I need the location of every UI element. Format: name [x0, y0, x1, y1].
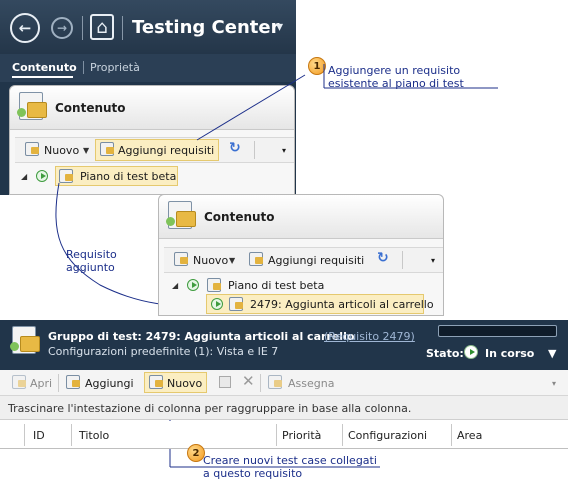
open-icon: [12, 375, 26, 389]
test-plan-icon: [17, 92, 47, 120]
add-requirements-icon: [100, 142, 114, 156]
open-button[interactable]: Apri: [30, 377, 52, 390]
refresh-icon[interactable]: ↻: [377, 250, 389, 266]
forward-icon[interactable]: →: [51, 17, 73, 39]
active-tab-underline: [12, 76, 73, 78]
assign-icon: [268, 375, 282, 389]
grid-toolbar-overflow-icon[interactable]: ▾: [552, 379, 556, 388]
progress-bar: [438, 325, 557, 337]
new-dropdown-icon[interactable]: ▼: [83, 146, 89, 155]
column-divider: [451, 424, 452, 446]
separator: [58, 374, 59, 392]
add-requirements-button[interactable]: Aggiungi requisiti: [118, 144, 214, 157]
expand-icon[interactable]: ◢: [21, 172, 27, 181]
run-state-icon: [36, 170, 48, 182]
separator: [260, 374, 261, 392]
status-play-icon: [464, 345, 478, 359]
test-plan-icon: [166, 201, 196, 229]
column-header-title[interactable]: Titolo: [79, 429, 109, 442]
add-requirements-button[interactable]: Aggiungi requisiti: [268, 254, 364, 267]
callout-2-text-line1: Creare nuovi test case collegati: [203, 454, 377, 467]
status-dropdown-icon[interactable]: ▼: [548, 347, 556, 360]
add-button[interactable]: Aggiungi: [85, 377, 134, 390]
new-button[interactable]: Nuovo: [193, 254, 228, 267]
remove-icon[interactable]: ✕: [242, 372, 255, 390]
callout-1-text-line2: esistente al piano di test: [328, 77, 464, 90]
separator: [83, 61, 84, 74]
toolbar-overflow-icon[interactable]: ▾: [431, 256, 435, 265]
tab-proprieta[interactable]: Proprietà: [90, 61, 140, 74]
run-state-icon: [211, 298, 223, 310]
separator: [122, 16, 123, 40]
requirement-link[interactable]: (Requisito 2479): [324, 330, 415, 343]
separator: [402, 251, 403, 269]
copy-icon[interactable]: [219, 376, 231, 388]
column-header-area[interactable]: Area: [457, 429, 482, 442]
callout-2-text-line2: a questo requisito: [203, 467, 303, 480]
column-divider: [24, 424, 25, 446]
requirement-node-icon: [229, 297, 243, 311]
plan-node-icon: [207, 278, 221, 292]
refresh-icon[interactable]: ↻: [229, 140, 241, 156]
column-header-id[interactable]: ID: [33, 429, 45, 442]
column-divider: [342, 424, 343, 446]
callout-badge-1: 1: [308, 57, 326, 75]
column-header-configurations[interactable]: Configurazioni: [348, 429, 427, 442]
title-dropdown-icon[interactable]: ▾: [276, 19, 283, 35]
add-icon: [66, 375, 80, 389]
tree-item-plan[interactable]: Piano di test beta: [228, 279, 324, 292]
separator: [82, 16, 83, 40]
run-state-icon: [187, 279, 199, 291]
new-button[interactable]: Nuovo: [44, 144, 79, 157]
back-icon[interactable]: ←: [10, 13, 40, 43]
panel-title: Contenuto: [55, 101, 126, 115]
expand-icon[interactable]: ◢: [172, 281, 178, 290]
new-dropdown-icon[interactable]: ▼: [229, 256, 235, 265]
status-value[interactable]: In corso: [485, 347, 534, 360]
separator: [254, 141, 255, 159]
callout-added-line2: aggiunto: [66, 261, 115, 274]
column-header-priority[interactable]: Priorità: [282, 429, 321, 442]
home-icon[interactable]: ⌂: [90, 14, 114, 40]
add-requirements-icon: [249, 252, 263, 266]
test-suite-icon: [10, 326, 40, 354]
column-divider: [276, 424, 277, 446]
tree-item-plan[interactable]: Piano di test beta: [80, 170, 176, 183]
new-icon: [25, 142, 39, 156]
tree-item-requirement[interactable]: 2479: Aggiunta articoli al carrello: [250, 298, 434, 311]
suite-title: Gruppo di test: 2479: Aggiunta articoli …: [48, 330, 355, 343]
assign-button[interactable]: Assegna: [288, 377, 334, 390]
group-by-hint: Trascinare l'intestazione di colonna per…: [8, 402, 412, 415]
callout-added-line1: Requisito: [66, 248, 117, 261]
panel-title: Contenuto: [204, 210, 275, 224]
status-label: Stato:: [426, 347, 464, 360]
suite-configurations: Configurazioni predefinite (1): Vista e …: [48, 345, 279, 358]
toolbar-overflow-icon[interactable]: ▾: [282, 146, 286, 155]
new-test-case-icon: [149, 375, 163, 389]
new-icon: [174, 252, 188, 266]
new-test-case-button[interactable]: Nuovo: [167, 377, 202, 390]
panel-header: [10, 86, 294, 130]
panel-header: [159, 195, 443, 239]
tab-contenuto[interactable]: Contenuto: [12, 61, 77, 74]
column-divider: [71, 424, 72, 446]
plan-node-icon: [59, 169, 73, 183]
app-title: Testing Center: [132, 17, 280, 38]
callout-1-text-line1: Aggiungere un requisito: [328, 64, 461, 77]
